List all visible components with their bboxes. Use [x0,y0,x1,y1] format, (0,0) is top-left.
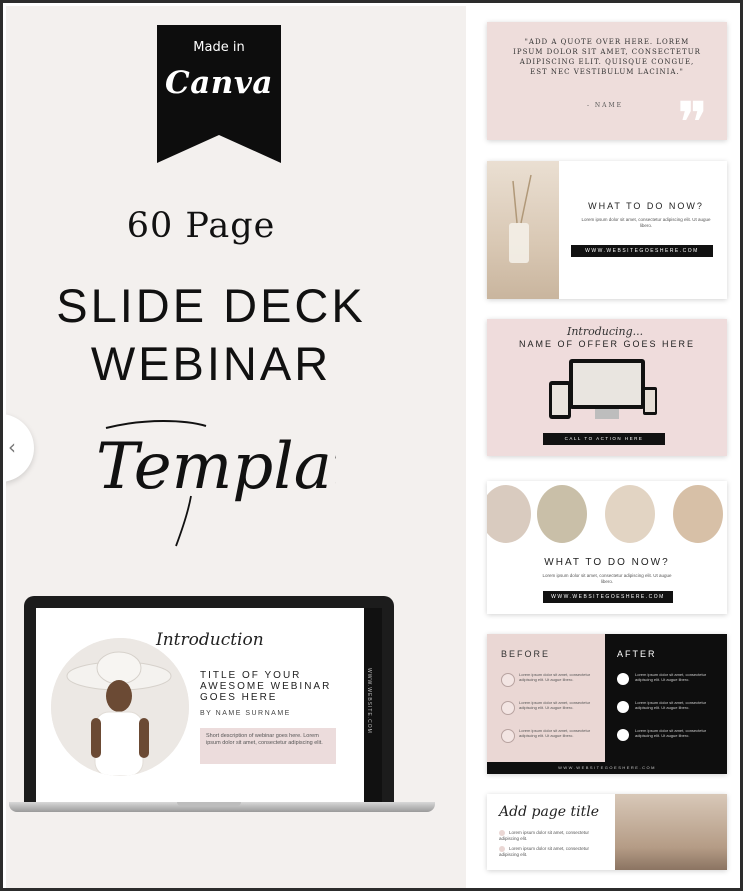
laptop-base [9,802,435,812]
x-circle-icon [501,701,515,715]
after-heading: AFTER [617,649,657,659]
script-lettering: Template [96,420,395,547]
badge-brand-text: Canva [165,65,273,101]
preview-before-after-slide: BEFORE Lorem ipsum dolor sit amet, conse… [487,634,727,774]
quote-mark-icon: ❞ [677,89,709,140]
preview-offer-slide: Introducing... NAME OF OFFER GOES HERE C… [487,319,727,456]
x-circle-icon [501,673,515,687]
circle-photo-2 [537,485,587,543]
slide-intro-script: Introduction [156,630,264,650]
slide-webinar-title: TITLE OF YOUR AWESOME WEBINAR GOES HERE [200,670,332,703]
quote-author: - NAME [587,102,624,109]
side-url-text: WWW.WEBSITE.COM [366,668,372,734]
slide6-script-title: Add page title [499,804,599,820]
bullet-dot-icon [499,846,505,852]
slide4-body: Lorem ipsum dolor sit amet, consectetur … [542,573,672,584]
preview-circles-slide: WHAT TO DO NOW? Lorem ipsum dolor sit am… [487,481,727,614]
slide2-title: WHAT TO DO NOW? [588,201,704,211]
check-circle-icon [617,701,629,713]
preview-quote-slide: "ADD A QUOTE OVER HERE. LOREM IPSUM DOLO… [487,22,727,140]
laptop-mockup: Introduction TITLE OF YOUR AWESOME WEBIN… [24,596,394,806]
check-circle-icon [617,673,629,685]
woman-in-hat-illustration [51,638,189,776]
slide3-script: Introducing... [567,325,644,338]
before-panel: BEFORE Lorem ipsum dolor sit amet, conse… [487,634,605,774]
slide4-title: WHAT TO DO NOW? [544,557,670,568]
script-text: Template [96,430,336,504]
slide5-footer: WWW.WEBSITEGOESHERE.COM [487,762,727,774]
slide-side-band: WWW.WEBSITE.COM [364,608,382,802]
circle-photo-3 [605,485,655,543]
x-circle-icon [501,729,515,743]
devices-mockup-icon [549,359,657,419]
slide6-item: Lorem ipsum dolor sit amet, consectetur … [499,830,590,842]
circle-photo-4 [673,485,723,543]
slide-description-box: Short description of webinar goes here. … [200,728,336,764]
slide4-url-bar: WWW.WEBSITEGOESHERE.COM [543,591,673,603]
title-line-2: WEBINAR [90,337,332,390]
vase-photo [487,161,559,299]
template-script-title: Template [96,408,395,548]
chevron-left-icon: ‹ [8,435,16,459]
previous-image-button[interactable]: ‹ [6,414,34,482]
page-count-heading: 60 Page [126,206,276,246]
slide6-item: Lorem ipsum dolor sit amet, consectetur … [499,846,590,858]
laptop-screen: Introduction TITLE OF YOUR AWESOME WEBIN… [36,608,364,802]
preview-action-slide: WHAT TO DO NOW? Lorem ipsum dolor sit am… [487,161,727,299]
slide-presenter-name: BY NAME SURNAME [200,710,291,717]
check-circle-icon [617,729,629,741]
model-photo [51,638,189,776]
badge-small-text: Made in [193,40,245,55]
before-heading: BEFORE [501,649,551,659]
title-line-1: SLIDE DECK [56,279,366,332]
product-cover: Made in Canva 60 Page SLIDE DECK WEBINAR… [6,6,466,888]
circle-photo-1 [487,485,531,543]
woman-photo [615,794,727,870]
quote-text: "ADD A QUOTE OVER HERE. LOREM IPSUM DOLO… [513,38,701,76]
slide2-body: Lorem ipsum dolor sit amet, consectetur … [581,217,711,228]
made-in-canva-badge: Made in Canva [157,25,281,163]
bullet-dot-icon [499,830,505,836]
preview-page-title-slide: Add page title Lorem ipsum dolor sit ame… [487,794,727,870]
slide3-cta-bar: CALL TO ACTION HERE [543,433,665,445]
slide2-url-bar: WWW.WEBSITEGOESHERE.COM [571,245,713,257]
product-image-frame: Made in Canva 60 Page SLIDE DECK WEBINAR… [0,0,743,891]
slide-preview-column: "ADD A QUOTE OVER HERE. LOREM IPSUM DOLO… [469,6,740,888]
slide3-title: NAME OF OFFER GOES HERE [518,339,695,349]
after-panel: AFTER Lorem ipsum dolor sit amet, consec… [605,634,727,774]
